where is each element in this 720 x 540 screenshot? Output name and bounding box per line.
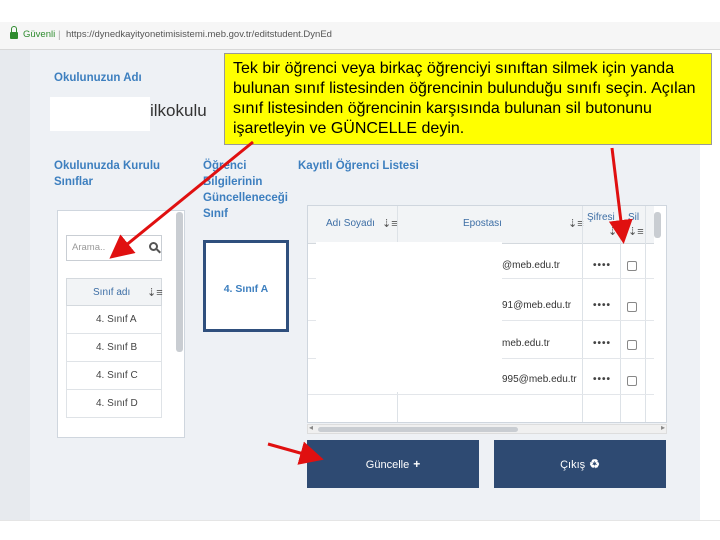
instruction-callout: Tek bir öğrenci veya birkaç öğrenciyi sı… — [224, 53, 712, 145]
class-list-scrollbar[interactable] — [176, 212, 183, 352]
sort-icon[interactable]: ⇣≡ — [608, 225, 624, 238]
students-table-header: Adı Soyadı ⇣≡ Epostası ⇣≡ Şifresi ⇣≡ Sil… — [308, 206, 654, 244]
delete-checkbox[interactable] — [627, 302, 637, 312]
update-button-label: Güncelle — [365, 459, 410, 471]
redacted-school-name — [50, 97, 150, 131]
student-password: •••• — [593, 300, 612, 311]
search-icon[interactable] — [149, 242, 161, 254]
student-password: •••• — [593, 338, 612, 349]
class-row-4b[interactable]: 4. Sınıf B — [66, 334, 162, 362]
screenshot: Güvenli | https://dynedkayityonetimisist… — [0, 0, 720, 540]
selected-class-card[interactable]: 4. Sınıf A — [203, 240, 289, 332]
exit-button-label: Çıkış — [560, 459, 586, 471]
student-password: •••• — [593, 260, 612, 271]
update-button[interactable]: Güncelle + — [307, 440, 479, 488]
update-class-label: Öğrenci Bilgilerinin Güncelleneceği Sını… — [203, 160, 289, 220]
class-table: Sınıf adı ⇣≡ 4. Sınıf A 4. Sınıf B 4. Sı… — [66, 278, 163, 418]
lock-icon — [10, 26, 18, 40]
delete-column-header[interactable]: Sil — [628, 212, 639, 223]
bottom-border — [0, 520, 720, 540]
class-row-4c[interactable]: 4. Sınıf C — [66, 362, 162, 390]
address-bar[interactable]: Güvenli | https://dynedkayityonetimisist… — [0, 22, 720, 50]
left-margin — [0, 50, 30, 520]
delete-checkbox[interactable] — [627, 340, 637, 350]
school-name-suffix: ilkokulu — [150, 101, 207, 120]
class-row-4d[interactable]: 4. Sınıf D — [66, 390, 162, 418]
class-table-header[interactable]: Sınıf adı ⇣≡ — [66, 278, 163, 306]
student-password: •••• — [593, 374, 612, 385]
class-search-input[interactable] — [72, 242, 142, 253]
secure-label: Güvenli — [23, 29, 56, 40]
class-search-box[interactable] — [66, 235, 162, 261]
redacted-student-names — [316, 242, 502, 392]
delete-checkbox[interactable] — [627, 376, 637, 386]
url-text[interactable]: https://dynedkayityonetimisistemi.meb.go… — [66, 29, 332, 40]
recycle-icon: ♻ — [589, 457, 600, 471]
school-name-label: Okulunuzun Adı — [54, 72, 142, 84]
student-email: meb.edu.tr — [502, 338, 550, 349]
sort-icon[interactable]: ⇣≡ — [147, 286, 163, 299]
plus-icon: + — [413, 457, 421, 471]
class-row-label: 4. Sınıf D — [96, 398, 138, 409]
class-row-label: 4. Sınıf B — [96, 342, 138, 353]
students-label: Kayıtlı Öğrenci Listesi — [298, 160, 419, 172]
class-name-header: Sınıf adı — [93, 287, 131, 298]
students-table-scrollbar[interactable] — [654, 212, 661, 238]
password-column-header[interactable]: Şifresi — [587, 212, 615, 223]
student-email: 995@meb.edu.tr — [502, 374, 577, 385]
class-row-label: 4. Sınıf C — [96, 370, 138, 381]
class-row-label: 4. Sınıf A — [96, 314, 137, 325]
email-column-header[interactable]: Epostası — [463, 218, 502, 229]
sort-icon[interactable]: ⇣≡ — [382, 217, 398, 230]
selected-class-label: 4. Sınıf A — [223, 283, 269, 295]
exit-button[interactable]: Çıkış ♻ — [494, 440, 666, 488]
student-email: 91@meb.edu.tr — [502, 300, 572, 311]
students-horizontal-scrollbar[interactable]: ◂ ▸ — [307, 423, 667, 434]
class-row-4a[interactable]: 4. Sınıf A — [66, 306, 162, 334]
name-column-header[interactable]: Adı Soyadı — [326, 218, 375, 229]
student-email: @meb.edu.tr — [502, 260, 560, 271]
classes-label: Okulunuzda Kurulu Sınıflar — [54, 160, 161, 188]
address-separator: | — [58, 30, 61, 41]
sort-icon[interactable]: ⇣≡ — [628, 225, 644, 238]
delete-checkbox[interactable] — [627, 261, 637, 271]
